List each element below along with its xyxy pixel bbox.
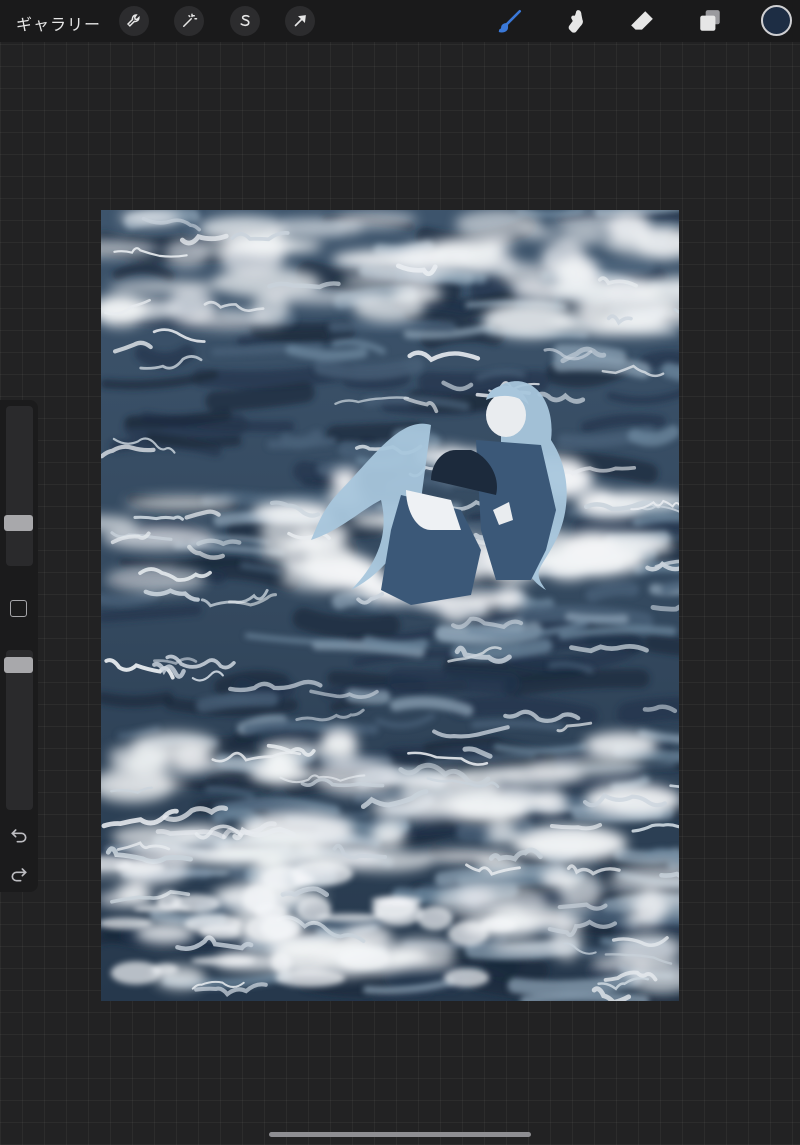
adjustments-button[interactable] <box>174 6 204 36</box>
magic-wand-icon <box>183 13 198 27</box>
wrench-icon <box>126 14 140 27</box>
brush-opacity-thumb[interactable] <box>4 657 33 674</box>
modify-square-icon[interactable] <box>10 600 27 617</box>
brush-opacity-slider[interactable] <box>4 650 33 810</box>
top-toolbar: ギャラリー <box>0 0 800 42</box>
eraser-icon <box>631 11 653 30</box>
brush-size-slider[interactable] <box>4 406 33 566</box>
paint-tool-button[interactable] <box>494 5 526 37</box>
smudge-finger-icon <box>568 10 583 33</box>
layers-button[interactable] <box>694 5 726 37</box>
actions-button[interactable] <box>119 6 149 36</box>
smudge-tool-button[interactable] <box>560 5 592 37</box>
selection-button[interactable] <box>230 6 260 36</box>
erase-tool-button[interactable] <box>626 5 658 37</box>
artwork <box>101 210 679 1001</box>
drawing-canvas[interactable] <box>101 210 679 1001</box>
redo-icon[interactable] <box>9 864 29 884</box>
gallery-button[interactable]: ギャラリー <box>16 11 101 35</box>
transform-button[interactable] <box>285 6 315 36</box>
color-picker-button[interactable] <box>761 5 792 36</box>
brush-size-thumb[interactable] <box>4 515 33 532</box>
brush-sidebar <box>0 400 38 892</box>
arrow-cursor-icon <box>294 15 306 27</box>
brush-icon <box>498 9 522 33</box>
layers-icon <box>700 10 720 31</box>
undo-icon[interactable] <box>9 825 29 845</box>
selection-s-icon <box>240 14 250 27</box>
home-indicator <box>269 1132 531 1137</box>
